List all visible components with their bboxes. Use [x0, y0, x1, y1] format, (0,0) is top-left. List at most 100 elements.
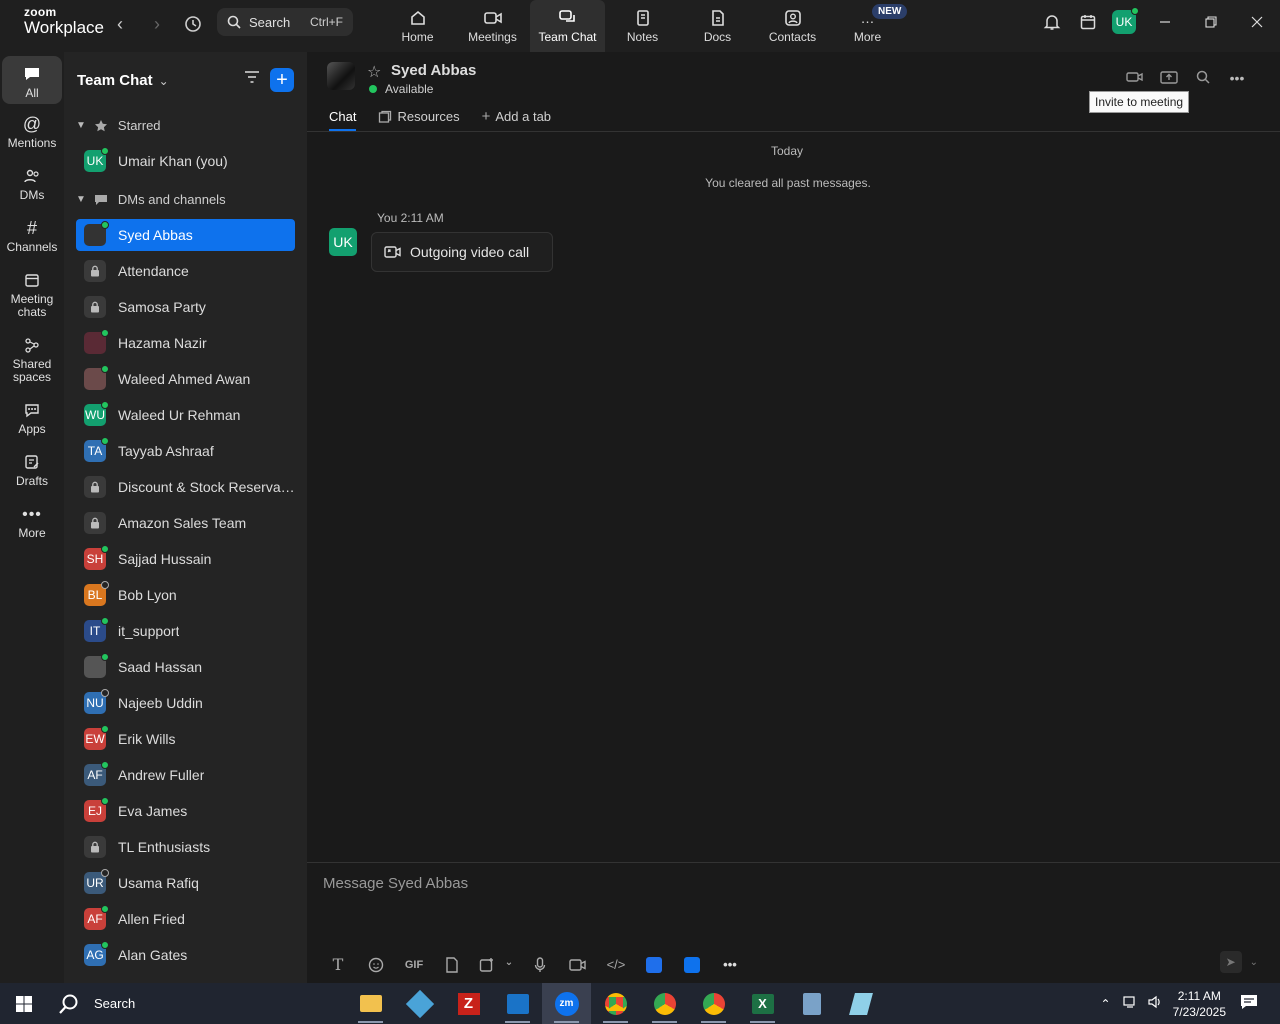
chrome-icon[interactable] — [640, 983, 689, 1024]
rail-channels[interactable]: # Channels — [2, 218, 62, 254]
rail-more[interactable]: ••• More — [2, 504, 62, 540]
list-item[interactable]: NU Najeeb Uddin — [76, 687, 295, 719]
tab-resources[interactable]: Resources — [378, 108, 460, 125]
nav-docs[interactable]: Docs — [680, 0, 755, 52]
share-screen-icon[interactable] — [1152, 70, 1186, 86]
nav-more[interactable]: … More NEW — [830, 0, 908, 52]
notepad-icon[interactable] — [836, 983, 885, 1024]
nav-meetings[interactable]: Meetings — [455, 0, 530, 52]
list-item[interactable]: WU Waleed Ur Rehman — [76, 399, 295, 431]
nav-notes[interactable]: Notes — [605, 0, 680, 52]
rail-all[interactable]: All — [2, 56, 62, 104]
avatar[interactable]: UK — [329, 228, 357, 256]
star-icon[interactable]: ☆ — [367, 62, 381, 82]
minimize-button[interactable] — [1142, 0, 1188, 44]
rail-drafts[interactable]: Drafts — [2, 452, 62, 488]
starred-section-header[interactable]: ▼ Starred — [76, 118, 161, 133]
rail-shared-spaces[interactable]: Shared spaces — [2, 335, 62, 384]
list-item[interactable]: Amazon Sales Team — [76, 507, 295, 539]
list-item[interactable]: Samosa Party — [76, 291, 295, 323]
user-avatar-button[interactable]: UK — [1106, 7, 1142, 34]
filter-icon[interactable] — [244, 70, 260, 89]
network-icon[interactable] — [1123, 995, 1139, 1012]
list-item[interactable]: EJ Eva James — [76, 795, 295, 827]
list-item[interactable]: SH Sajjad Hussain — [76, 543, 295, 575]
back-arrow-icon[interactable]: ‹ — [108, 12, 132, 36]
chevron-down-icon: ⌄ — [1249, 956, 1258, 968]
tab-add-label: Add a tab — [495, 109, 552, 124]
zoom-icon[interactable]: zm — [542, 983, 591, 1024]
microphone-icon[interactable] — [521, 956, 559, 973]
list-item[interactable]: BL Bob Lyon — [76, 579, 295, 611]
list-item[interactable]: Hazama Nazir — [76, 327, 295, 359]
list-item[interactable]: AG Alan Gates — [76, 939, 295, 971]
call-message[interactable]: Outgoing video call — [371, 232, 553, 272]
list-item[interactable]: Discount & Stock Reservati... — [76, 471, 295, 503]
code-snippet-icon[interactable]: </> — [597, 957, 635, 972]
file-icon[interactable] — [433, 956, 471, 973]
list-item[interactable]: Syed Abbas — [76, 219, 295, 251]
list-item[interactable]: AF Allen Fried — [76, 903, 295, 935]
dms-section-header[interactable]: ▼ DMs and channels — [76, 192, 226, 207]
list-item[interactable]: UR Usama Rafiq — [76, 867, 295, 899]
rail-meeting-chats[interactable]: Meeting chats — [2, 270, 62, 319]
taskbar-search[interactable]: Search — [58, 993, 348, 1015]
list-item[interactable]: Saad Hassan — [76, 651, 295, 683]
rail-mentions[interactable]: @ Mentions — [2, 114, 62, 150]
zoom-app-icon[interactable] — [673, 956, 711, 973]
tab-chat[interactable]: Chat — [329, 108, 357, 131]
filezilla-icon[interactable]: Z — [444, 983, 493, 1024]
windows-start-button[interactable] — [0, 983, 48, 1024]
history-icon[interactable] — [181, 12, 205, 36]
video-message-icon[interactable] — [559, 958, 597, 972]
list-item[interactable]: TA Tayyab Ashraaf — [76, 435, 295, 467]
bell-icon[interactable] — [1034, 0, 1070, 44]
send-button[interactable]: ➤ ⌄ — [1219, 951, 1258, 973]
list-item[interactable]: Attendance — [76, 255, 295, 287]
list-item[interactable]: IT it_support — [76, 615, 295, 647]
calendar-icon[interactable] — [1070, 0, 1106, 44]
global-search[interactable]: Search Ctrl+F — [217, 8, 353, 36]
message-input[interactable]: Message Syed Abbas — [323, 875, 468, 892]
restore-button[interactable] — [1188, 0, 1234, 44]
chevron-up-icon[interactable]: ⌃ — [1101, 997, 1111, 1011]
rail-apps[interactable]: Apps — [2, 400, 62, 436]
chrome-icon[interactable] — [591, 983, 640, 1024]
nav-team-chat[interactable]: Team Chat — [530, 0, 605, 52]
contact-name: Sajjad Hussain — [118, 551, 212, 567]
more-options-icon[interactable]: ••• — [711, 957, 749, 972]
file-explorer-icon[interactable] — [346, 983, 395, 1024]
contact-name[interactable]: Syed Abbas — [391, 62, 476, 79]
rail-dms[interactable]: DMs — [2, 166, 62, 202]
chrome-icon[interactable] — [689, 983, 738, 1024]
list-item[interactable]: Waleed Ahmed Awan — [76, 363, 295, 395]
video-camera-icon[interactable] — [1118, 70, 1152, 86]
list-item[interactable]: AF Andrew Fuller — [76, 759, 295, 791]
volume-icon[interactable] — [1147, 995, 1163, 1012]
app-icon[interactable] — [635, 956, 673, 973]
search-icon[interactable] — [1186, 70, 1220, 86]
tab-add[interactable]: + Add a tab — [482, 108, 551, 125]
forward-arrow-icon[interactable]: › — [145, 12, 169, 36]
nav-contacts[interactable]: Contacts — [755, 0, 830, 52]
calculator-icon[interactable] — [787, 983, 836, 1024]
app-icon[interactable] — [395, 983, 444, 1024]
close-button[interactable] — [1234, 0, 1280, 44]
text-format-icon[interactable]: T — [319, 955, 357, 974]
clock[interactable]: 2:11 AM 7/23/2025 — [1173, 988, 1226, 1020]
list-item[interactable]: TL Enthusiasts — [76, 831, 295, 863]
list-item[interactable]: UK Umair Khan (you) — [76, 145, 295, 177]
gif-button[interactable]: GIF — [395, 959, 433, 971]
more-options-icon[interactable]: ••• — [1220, 70, 1254, 86]
screenshot-icon[interactable]: ⌄ — [471, 957, 521, 973]
outlook-icon[interactable] — [493, 983, 542, 1024]
notification-icon[interactable] — [1240, 994, 1258, 1013]
avatar[interactable] — [327, 62, 355, 90]
list-item[interactable]: EW Erik Wills — [76, 723, 295, 755]
excel-icon[interactable]: X — [738, 983, 787, 1024]
team-chat-title[interactable]: Team Chat ⌄ — [77, 72, 169, 89]
tooltip: Invite to meeting — [1089, 91, 1190, 113]
new-chat-button[interactable]: + — [270, 68, 294, 92]
nav-home[interactable]: Home — [380, 0, 455, 52]
emoji-icon[interactable] — [357, 957, 395, 973]
